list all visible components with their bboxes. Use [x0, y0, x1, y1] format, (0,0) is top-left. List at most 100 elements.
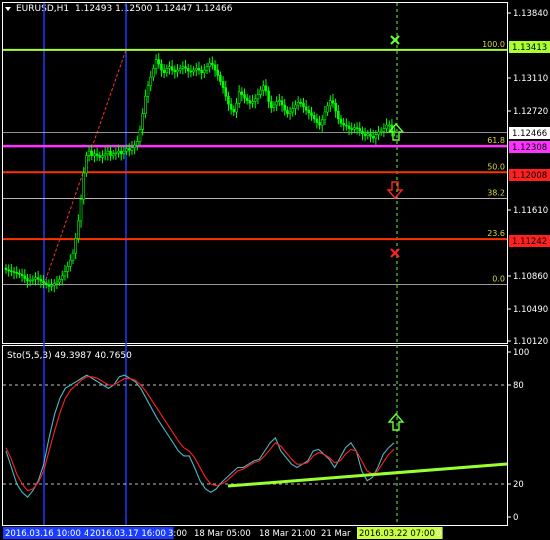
candle-body [138, 129, 142, 142]
candle-body [342, 123, 345, 126]
price-tick-label: 1.10120 [513, 337, 548, 347]
candle-body [248, 100, 252, 104]
candle-body [154, 59, 158, 69]
candle-body [237, 91, 241, 104]
candle-body [216, 69, 220, 76]
price-tick-label: 1.13840 [513, 9, 548, 19]
candle-body [130, 147, 134, 151]
candle-body [331, 100, 335, 104]
candle-body [302, 102, 305, 108]
time-axis-label: 18 Mar 05:00 [194, 529, 251, 539]
candle-body [176, 69, 179, 73]
candle-body [168, 66, 171, 69]
candle-body [82, 172, 86, 200]
fib-level-label: 23.6 [487, 229, 505, 238]
candle-body [270, 101, 273, 108]
candle-body [117, 150, 120, 154]
candle-body [288, 111, 292, 115]
price-tag-text: 1.12466 [512, 129, 547, 139]
candle-body [363, 133, 367, 136]
candle-body [205, 66, 209, 71]
candle-body [203, 69, 206, 74]
candle-body [337, 110, 340, 120]
fib-level-label: 61.8 [487, 136, 505, 145]
candle-body [256, 94, 260, 100]
price-tick-label: 1.10490 [513, 305, 548, 315]
candle-body [393, 130, 396, 133]
candle-body [358, 128, 362, 132]
price-tag-text: 1.13413 [512, 43, 547, 53]
price-tag-text: 1.11242 [512, 237, 547, 247]
candle-body [55, 281, 59, 285]
time-axis-label: 3:00 [168, 529, 187, 539]
candle-body [93, 153, 96, 156]
symbol-label: EURUSD,H1 [16, 4, 69, 14]
candle-body [63, 271, 67, 277]
candle-body [20, 273, 24, 277]
candle-body [184, 66, 187, 69]
candle-body [162, 69, 166, 74]
candle-body [34, 277, 37, 280]
candle-body [181, 66, 185, 69]
candle-body [98, 155, 102, 158]
candle-body [119, 150, 123, 155]
time-axis-label: 21 Mar [321, 529, 351, 539]
candle-body [192, 69, 195, 73]
candle-body [320, 119, 324, 126]
ohlc-label: 1.12493 1.12500 1.12447 1.12466 [75, 4, 233, 14]
fib-level-label: 0.0 [492, 275, 505, 284]
candle-body [87, 150, 91, 156]
price-tick-label: 1.10860 [513, 272, 548, 282]
candle-body [232, 109, 236, 113]
candle-body [103, 153, 107, 156]
candle-body [60, 275, 64, 280]
candle-body [211, 62, 214, 66]
candle-body [194, 68, 198, 71]
candle-body [366, 133, 370, 136]
candle-body [101, 155, 104, 158]
price-tick-label: 1.13110 [513, 74, 548, 84]
candle-body [286, 109, 289, 115]
candle-body [10, 270, 13, 272]
candle-body [251, 101, 254, 104]
candle-body [77, 220, 80, 239]
candle-body [109, 150, 112, 156]
candle-body [259, 89, 262, 95]
candle-body [208, 62, 211, 67]
candle-body [361, 130, 364, 135]
candle-body [221, 81, 225, 88]
candle-body [304, 106, 308, 111]
candle-body [371, 136, 375, 139]
candle-body [79, 198, 83, 222]
chart-background [0, 0, 550, 540]
candle-body [310, 112, 313, 116]
candle-body [328, 100, 332, 107]
chart-canvas: EURUSD,H1 1.12493 1.12500 1.12447 1.1246… [0, 0, 550, 540]
candle-body [141, 113, 144, 130]
candle-body [385, 124, 388, 129]
price-tag-text: 1.12308 [512, 143, 547, 153]
candle-body [339, 118, 343, 124]
indicator-tick-label: 0 [513, 513, 518, 523]
candle-body [36, 277, 40, 280]
candle-body [50, 285, 53, 287]
candle-body [334, 102, 337, 112]
candle-body [58, 279, 61, 283]
candle-body [189, 70, 193, 73]
candle-body [264, 85, 268, 92]
candle-body [133, 144, 136, 149]
candle-body [235, 102, 238, 113]
candle-body [261, 85, 265, 91]
candle-body [229, 103, 233, 110]
candle-body [39, 279, 43, 282]
candle-body [26, 278, 29, 282]
candle-body [345, 124, 348, 127]
candle-body [4, 267, 8, 271]
candle-body [106, 150, 110, 155]
candle-body [312, 115, 316, 120]
candle-body [350, 128, 354, 130]
candle-body [144, 95, 147, 115]
candle-body [23, 275, 27, 279]
candle-body [44, 282, 48, 285]
candle-body [160, 63, 163, 71]
